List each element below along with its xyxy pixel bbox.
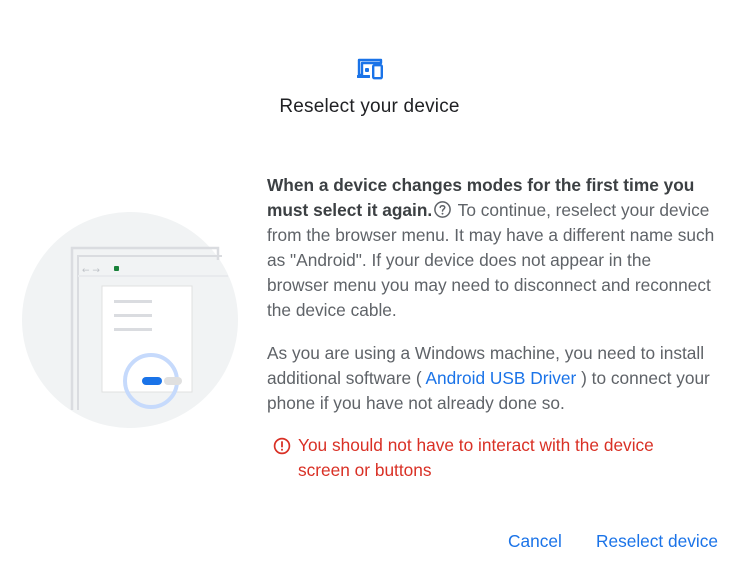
warning-message: You should not have to interact with the… [273, 433, 713, 483]
reselect-device-dialog: Reselect your device ← → When a device c… [0, 0, 739, 566]
warning-text: You should not have to interact with the… [298, 435, 654, 480]
driver-paragraph: As you are using a Windows machine, you … [267, 341, 717, 416]
svg-text:← →: ← → [82, 266, 100, 276]
instructions-paragraph: When a device changes modes for the firs… [267, 173, 717, 323]
cancel-button[interactable]: Cancel [508, 528, 562, 554]
dialog-title: Reselect your device [279, 96, 460, 117]
devices-icon [357, 58, 384, 80]
error-circle-icon [273, 437, 291, 455]
android-usb-driver-link[interactable]: Android USB Driver [426, 368, 577, 388]
reselect-device-button[interactable]: Reselect device [596, 528, 718, 554]
dialog-content: When a device changes modes for the firs… [267, 173, 717, 416]
help-circle-icon[interactable] [433, 200, 452, 219]
browser-menu-illustration: ← → [22, 212, 238, 428]
